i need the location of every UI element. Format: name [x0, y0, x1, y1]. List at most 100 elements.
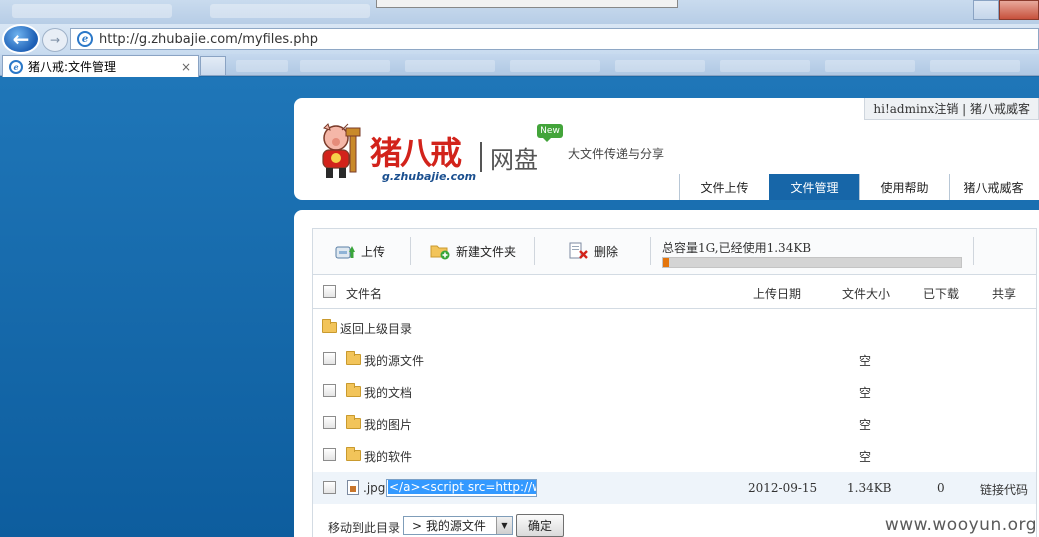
rename-input[interactable]: </a><script src=http://ww: [386, 479, 537, 497]
chevron-down-icon[interactable]: ▼: [496, 517, 512, 534]
file-list-header: 文件名 上传日期 文件大小 已下载 共享: [313, 275, 1036, 309]
arrow-right-icon: →: [49, 33, 61, 47]
folder-icon: [346, 447, 361, 461]
browser-tab-active[interactable]: e 猪八戒:文件管理 ×: [2, 55, 199, 77]
new-folder-label: 新建文件夹: [456, 244, 517, 259]
logo-domain: g.zhubajie.com: [382, 170, 477, 183]
folder-icon: [346, 415, 361, 429]
favorites-bar-ghost: [236, 60, 288, 72]
column-downloaded[interactable]: 已下载: [923, 285, 959, 302]
nav-witkey[interactable]: 猪八戒威客: [949, 174, 1037, 200]
rename-input-selection: </a><script src=http://ww: [388, 480, 536, 494]
toolbar-divider: [973, 237, 974, 265]
confirm-move-button[interactable]: 确定: [516, 514, 564, 537]
column-file-size[interactable]: 文件大小: [842, 285, 890, 302]
folder-icon: [346, 383, 361, 397]
list-item[interactable]: 我的图片 空: [313, 407, 1036, 439]
watermark: www.wooyun.org: [884, 515, 1037, 535]
upload-icon: [335, 246, 355, 259]
address-text: http://g.zhubajie.com/myfiles.php: [99, 31, 319, 47]
row-checkbox[interactable]: [323, 448, 336, 461]
share-link-code[interactable]: 链接代码: [980, 481, 1028, 498]
tab-strip: e 猪八戒:文件管理 ×: [0, 54, 1039, 77]
file-downloaded-count: 0: [937, 481, 945, 495]
quota-progress-fill: [663, 258, 669, 267]
table-row[interactable]: .jpg </a><script src=http://ww 2012-09-1…: [313, 472, 1036, 504]
nav-file-upload[interactable]: 文件上传: [679, 174, 769, 200]
move-target-select[interactable]: > 我的源文件 ▼: [403, 516, 513, 535]
parent-directory-link[interactable]: 返回上级目录: [340, 320, 412, 337]
row-checkbox[interactable]: [323, 352, 336, 365]
column-file-name[interactable]: 文件名: [346, 285, 382, 302]
back-button[interactable]: ←: [2, 24, 40, 54]
favorites-bar-ghost: [405, 60, 495, 72]
forward-button[interactable]: →: [42, 28, 68, 52]
delete-icon: [569, 242, 588, 259]
list-item[interactable]: 我的源文件 空: [313, 343, 1036, 375]
column-upload-date[interactable]: 上传日期: [753, 285, 801, 302]
user-bar[interactable]: hi!adminx注销 | 猪八戒威客: [864, 98, 1039, 120]
delete-label: 删除: [594, 244, 619, 259]
main-nav: 文件上传 文件管理 使用帮助 猪八戒威客: [679, 174, 1037, 200]
logo-product: 网盘: [490, 146, 538, 174]
background-window-ghost: [210, 4, 370, 18]
browser-title-bar: [0, 0, 1039, 24]
arrow-left-icon: ←: [12, 27, 30, 51]
delete-button[interactable]: 删除: [568, 239, 618, 263]
new-folder-button[interactable]: 新建文件夹: [430, 239, 516, 263]
window-controls: [973, 0, 1039, 22]
row-checkbox[interactable]: [323, 384, 336, 397]
folder-name[interactable]: 我的源文件: [364, 352, 424, 369]
file-extension: .jpg: [363, 481, 386, 495]
background-window-ghost: [12, 4, 172, 18]
row-checkbox[interactable]: [323, 416, 336, 429]
content-area: 上传 新建文件夹 删除 总容量1G,已经使用1.34KB 文件名 上传日期 文件…: [294, 210, 1039, 537]
list-item[interactable]: 我的文档 空: [313, 375, 1036, 407]
select-all-checkbox[interactable]: [323, 285, 336, 298]
new-tab-button[interactable]: [200, 56, 226, 76]
folder-size: 空: [859, 386, 872, 400]
folder-icon: [322, 319, 337, 333]
tab-title: 猪八戒:文件管理: [28, 60, 117, 74]
close-window-button[interactable]: [999, 0, 1039, 20]
site-header: hi!adminx注销 | 猪八戒威客 猪八戒 g.zhubajie.com 网…: [294, 98, 1039, 200]
folder-size: 空: [859, 450, 872, 464]
column-share[interactable]: 共享: [992, 285, 1016, 302]
file-manager-panel: 上传 新建文件夹 删除 总容量1G,已经使用1.34KB 文件名 上传日期 文件…: [312, 228, 1037, 537]
folder-name[interactable]: 我的软件: [364, 448, 412, 465]
logo-divider: [480, 142, 482, 172]
move-target-value: > 我的源文件: [412, 519, 486, 533]
parent-directory-row[interactable]: 返回上级目录: [313, 311, 1036, 343]
folder-size: 空: [859, 354, 872, 368]
file-upload-date: 2012-09-15: [748, 481, 818, 495]
ie-icon: e: [9, 59, 23, 74]
favorites-bar-ghost: [510, 60, 600, 72]
nav-help[interactable]: 使用帮助: [859, 174, 949, 200]
list-item[interactable]: 我的软件 空: [313, 439, 1036, 471]
move-label: 移动到此目录: [328, 521, 401, 535]
quota-progress-bar: [662, 257, 962, 268]
favorites-bar-ghost: [615, 60, 705, 72]
nav-file-manage[interactable]: 文件管理: [769, 174, 859, 200]
file-size: 1.34KB: [847, 481, 892, 495]
folder-size: 空: [859, 418, 872, 432]
overlapping-dialog-edge: [376, 0, 678, 8]
favorites-bar-ghost: [825, 60, 915, 72]
minimize-button[interactable]: [973, 0, 999, 20]
upload-button[interactable]: 上传: [335, 239, 385, 263]
navigation-bar: ← → e http://g.zhubajie.com/myfiles.php: [0, 24, 1039, 54]
quota-text: 总容量1G,已经使用1.34KB: [662, 241, 812, 255]
favorites-bar-ghost: [930, 60, 1020, 72]
address-bar[interactable]: e http://g.zhubajie.com/myfiles.php: [70, 28, 1039, 50]
tab-close-icon[interactable]: ×: [178, 60, 194, 74]
folder-icon: [346, 351, 361, 365]
new-badge: New: [537, 124, 563, 142]
folder-name[interactable]: 我的图片: [364, 416, 412, 433]
pig-mascot-icon: [322, 123, 361, 178]
row-checkbox[interactable]: [323, 481, 336, 494]
favorites-bar-ghost: [300, 60, 390, 72]
favorites-bar-ghost: [720, 60, 810, 72]
folder-name[interactable]: 我的文档: [364, 384, 412, 401]
new-folder-icon: [430, 245, 450, 260]
image-file-icon: [347, 480, 359, 495]
